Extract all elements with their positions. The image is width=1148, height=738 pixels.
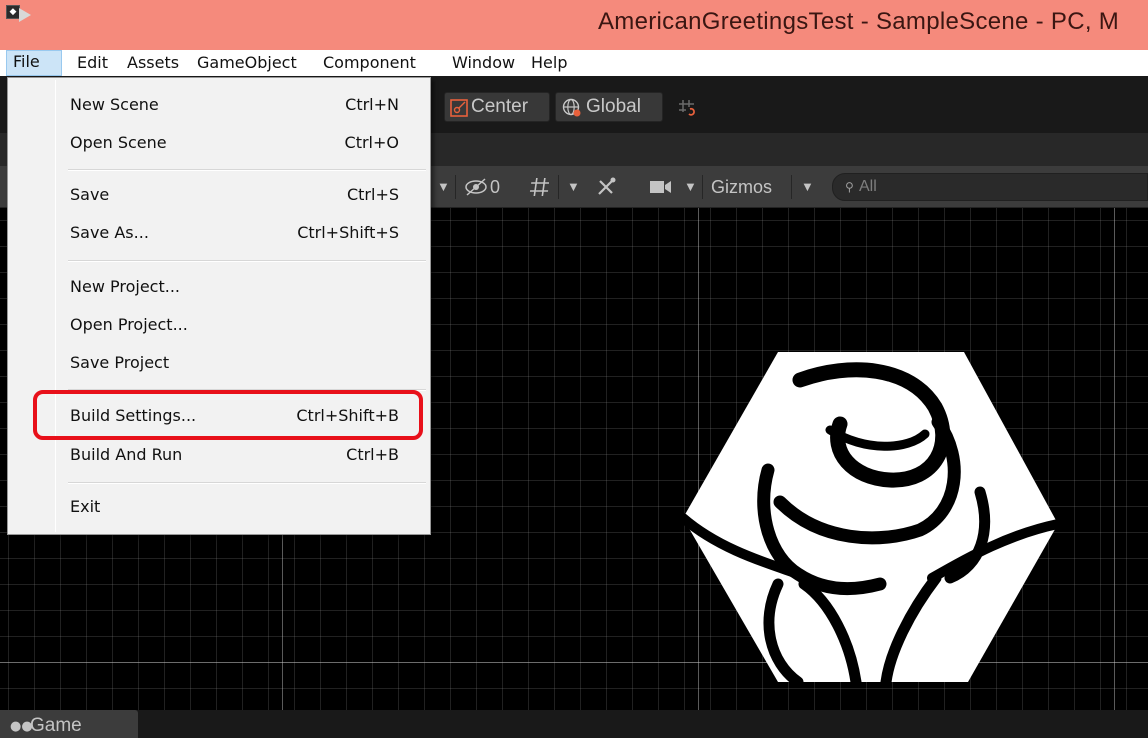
menu-gameobject[interactable]: GameObject [197, 50, 297, 76]
tab-game-label: Game [30, 715, 82, 736]
tools-icon [598, 177, 616, 195]
menu-item-label: Build And Run [70, 445, 183, 464]
menu-help[interactable]: Help [531, 50, 567, 76]
menu-item-build-settings[interactable]: Build Settings... Ctrl+Shift+B [9, 399, 429, 437]
menu-bar: File Edit Assets GameObject Component Wi… [0, 50, 1148, 76]
toolbar-divider [558, 175, 559, 199]
grid-chevron-down-icon[interactable]: ▼ [567, 166, 580, 208]
toolbar-divider [791, 175, 792, 199]
rose-logo-sprite[interactable] [680, 352, 1060, 684]
play-icon [19, 8, 31, 22]
scene-search-input[interactable] [859, 177, 1119, 197]
grid-snap-button[interactable] [672, 92, 702, 122]
menu-item-new-project[interactable]: New Project... [9, 270, 429, 308]
tab-game[interactable]: ●● Game [0, 710, 138, 738]
pivot-center-button[interactable]: Center [444, 92, 550, 122]
menu-item-label: Exit [70, 497, 101, 516]
visibility-icon [465, 178, 487, 196]
menu-separator [68, 482, 426, 484]
menu-item-shortcut: Ctrl+Shift+S [297, 223, 399, 242]
search-icon: ⚲ [845, 180, 854, 194]
space-global-label: Global [586, 96, 641, 117]
title-bar: ◆ AmericanGreetingsTest - SampleScene - … [0, 0, 1148, 50]
menu-edit[interactable]: Edit [77, 50, 108, 76]
menu-item-label: Save Project [70, 353, 170, 372]
menu-file[interactable]: File [6, 50, 62, 76]
menu-item-exit[interactable]: Exit [9, 490, 429, 528]
gizmos-button[interactable]: Gizmos [711, 166, 772, 208]
menu-item-open-scene[interactable]: Open Scene Ctrl+O [9, 126, 429, 164]
menu-separator [68, 169, 426, 171]
menu-item-shortcut: Ctrl+Shift+B [296, 406, 399, 425]
menu-item-label: Save As... [70, 223, 149, 242]
menu-item-save-as[interactable]: Save As... Ctrl+Shift+S [9, 216, 429, 254]
pivot-center-label: Center [471, 96, 529, 117]
globe-icon [562, 98, 581, 117]
menu-window[interactable]: Window [452, 50, 515, 76]
grid-icon [529, 178, 549, 196]
menu-item-save[interactable]: Save Ctrl+S [9, 178, 429, 216]
menu-item-label: Build Settings... [70, 406, 197, 425]
toolbar-divider [455, 175, 456, 199]
menu-item-label: Open Scene [70, 133, 167, 152]
menu-component[interactable]: Component [323, 50, 416, 76]
menu-item-shortcut: Ctrl+N [345, 95, 399, 114]
draw-mode-chevron-down-icon[interactable]: ▼ [437, 166, 450, 208]
file-menu-dropdown: New Scene Ctrl+N Open Scene Ctrl+O Save … [7, 77, 431, 535]
camera-chevron-down-icon[interactable]: ▼ [684, 166, 697, 208]
pivot-icon [450, 99, 468, 117]
menu-item-new-scene[interactable]: New Scene Ctrl+N [9, 88, 429, 126]
menu-item-label: New Scene [70, 95, 159, 114]
grid-axis-line [1114, 208, 1115, 710]
menu-item-shortcut: Ctrl+O [344, 133, 399, 152]
gizmos-chevron-down-icon[interactable]: ▼ [801, 166, 814, 208]
menu-item-label: Save [70, 185, 110, 204]
bottom-tab-bar: ●● Game [0, 710, 1148, 738]
menu-separator [68, 389, 426, 391]
space-global-button[interactable]: Global [555, 92, 663, 122]
menu-separator [68, 260, 426, 262]
grid-snap-icon [679, 100, 695, 116]
menu-item-shortcut: Ctrl+B [346, 445, 399, 464]
menu-item-save-project[interactable]: Save Project [9, 346, 429, 384]
hidden-objects-count: 0 [490, 177, 501, 197]
menu-item-shortcut: Ctrl+S [346, 185, 399, 204]
toolbar-divider [702, 175, 703, 199]
menu-item-open-project[interactable]: Open Project... [9, 308, 429, 346]
menu-assets[interactable]: Assets [127, 50, 179, 76]
camera-icon [650, 181, 671, 193]
menu-item-label: New Project... [70, 277, 180, 296]
scene-search-box: ⚲ [832, 173, 1148, 201]
menu-item-label: Open Project... [70, 315, 188, 334]
window-title: AmericanGreetingsTest - SampleScene - PC… [598, 8, 1120, 35]
menu-item-build-and-run[interactable]: Build And Run Ctrl+B [9, 438, 429, 476]
